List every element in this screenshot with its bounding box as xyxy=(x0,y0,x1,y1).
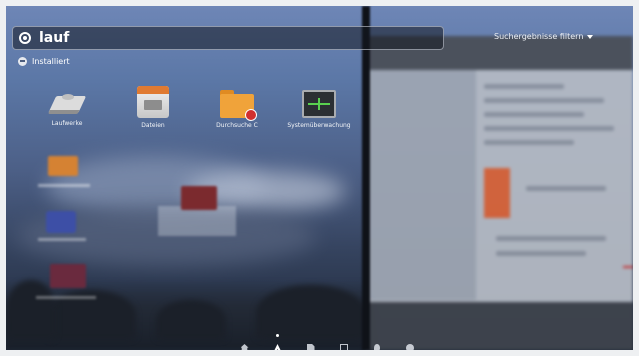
background-window-marker xyxy=(623,266,633,268)
search-icon xyxy=(19,32,31,44)
installed-icon xyxy=(18,56,27,66)
lens-files[interactable] xyxy=(294,340,327,350)
background-window-image xyxy=(484,168,510,218)
lens-music[interactable] xyxy=(360,340,393,350)
screenshot-frame: lauf Suchergebnisse filtern Installiert … xyxy=(0,0,639,356)
result-systemueberwachung[interactable]: Systemüberwachung xyxy=(286,90,352,129)
result-label: Dateien xyxy=(141,122,165,129)
background-window-line xyxy=(484,126,614,131)
files-icon xyxy=(306,344,315,350)
result-dateien[interactable]: Dateien xyxy=(120,86,186,129)
blurred-result-label xyxy=(38,184,90,187)
chevron-down-icon xyxy=(587,34,594,39)
background-window-line xyxy=(496,251,586,256)
background-window-line xyxy=(484,140,574,145)
lens-photos[interactable] xyxy=(393,340,426,350)
folder-icon xyxy=(220,90,257,121)
drive-icon xyxy=(47,90,87,116)
desktop: lauf Suchergebnisse filtern Installiert … xyxy=(6,6,633,350)
lens-applications[interactable] xyxy=(261,334,294,350)
background-window-sidebar xyxy=(366,70,476,300)
blurred-result-icon xyxy=(50,264,86,288)
result-laufwerke[interactable]: Laufwerke xyxy=(34,90,100,127)
wallpaper-tree xyxy=(256,285,366,340)
background-window xyxy=(366,36,633,350)
dash-search-field[interactable]: lauf xyxy=(12,26,444,50)
applications-icon xyxy=(273,344,282,350)
blurred-result-icon xyxy=(181,186,217,210)
result-label: Laufwerke xyxy=(51,120,83,127)
home-icon xyxy=(240,344,249,350)
system-monitor-icon xyxy=(302,90,336,118)
dash-edge xyxy=(362,6,370,350)
wallpaper-tree xyxy=(156,300,226,340)
file-manager-icon xyxy=(137,86,169,118)
section-title: Installiert xyxy=(32,56,70,66)
blurred-result-highlight xyxy=(158,206,236,236)
filter-results-button[interactable]: Suchergebnisse filtern xyxy=(494,31,594,43)
blurred-result-icon xyxy=(48,156,78,176)
lens-bar xyxy=(228,334,426,350)
lens-home[interactable] xyxy=(228,340,261,350)
section-header-installed[interactable]: Installiert xyxy=(18,54,70,68)
lens-video[interactable] xyxy=(327,340,360,350)
result-label: Durchsuche C xyxy=(216,122,258,129)
result-durchsuche-c[interactable]: Durchsuche C xyxy=(204,90,270,129)
video-icon xyxy=(339,344,348,350)
photos-icon xyxy=(405,344,414,350)
music-icon xyxy=(373,344,380,350)
search-query[interactable]: lauf xyxy=(39,28,69,48)
wallpaper-tree xyxy=(6,280,56,340)
background-window-line xyxy=(484,112,584,117)
blurred-result-label xyxy=(36,296,96,299)
blurred-result-label xyxy=(38,238,86,241)
result-label: Systemüberwachung xyxy=(287,122,351,129)
blurred-result-icon xyxy=(46,211,76,233)
filter-results-label: Suchergebnisse filtern xyxy=(494,32,584,41)
background-window-line xyxy=(484,98,604,103)
background-window-line xyxy=(526,186,606,191)
background-window-line xyxy=(496,236,606,241)
background-window-line xyxy=(484,84,564,89)
